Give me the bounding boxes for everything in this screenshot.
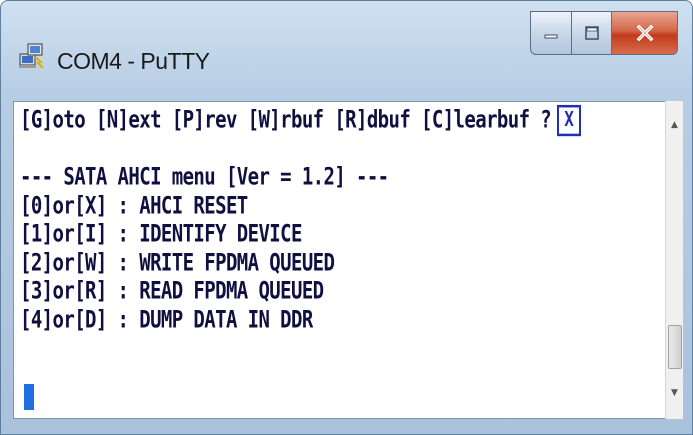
window-controls — [530, 11, 678, 55]
terminal-area[interactable]: [G]oto [N]ext [P]rev [W]rbuf [R]dbuf [C]… — [13, 101, 676, 419]
scroll-down-arrow-icon[interactable]: ▼ — [666, 383, 683, 403]
window-title: COM4 - PuTTY — [57, 48, 210, 74]
maximize-button[interactable] — [572, 11, 612, 55]
maximize-icon — [584, 26, 599, 40]
menu-item: [4]or[D] : DUMP DATA IN DDR — [20, 305, 313, 334]
vertical-scrollbar[interactable]: ▲ ▼ — [665, 101, 683, 419]
putty-icon[interactable] — [17, 40, 47, 70]
title-bar[interactable]: COM4 - PuTTY — [1, 1, 692, 101]
terminal-output: [G]oto [N]ext [P]rev [W]rbuf [R]dbuf [C]… — [20, 104, 660, 334]
close-button[interactable] — [612, 11, 678, 55]
minimize-button[interactable] — [530, 11, 572, 55]
close-icon — [636, 24, 653, 42]
minimize-icon — [544, 34, 558, 39]
putty-window: COM4 - PuTTY [G]oto [N]ext [P]rev [W]rbu… — [0, 0, 693, 435]
scrollbar-thumb[interactable] — [668, 325, 682, 369]
text-cursor — [24, 384, 34, 410]
menu-line-text: [G]oto [N]ext [P]rev [W]rbuf [R]dbuf [C]… — [20, 106, 552, 134]
scroll-up-arrow-icon[interactable]: ▲ — [666, 115, 683, 135]
